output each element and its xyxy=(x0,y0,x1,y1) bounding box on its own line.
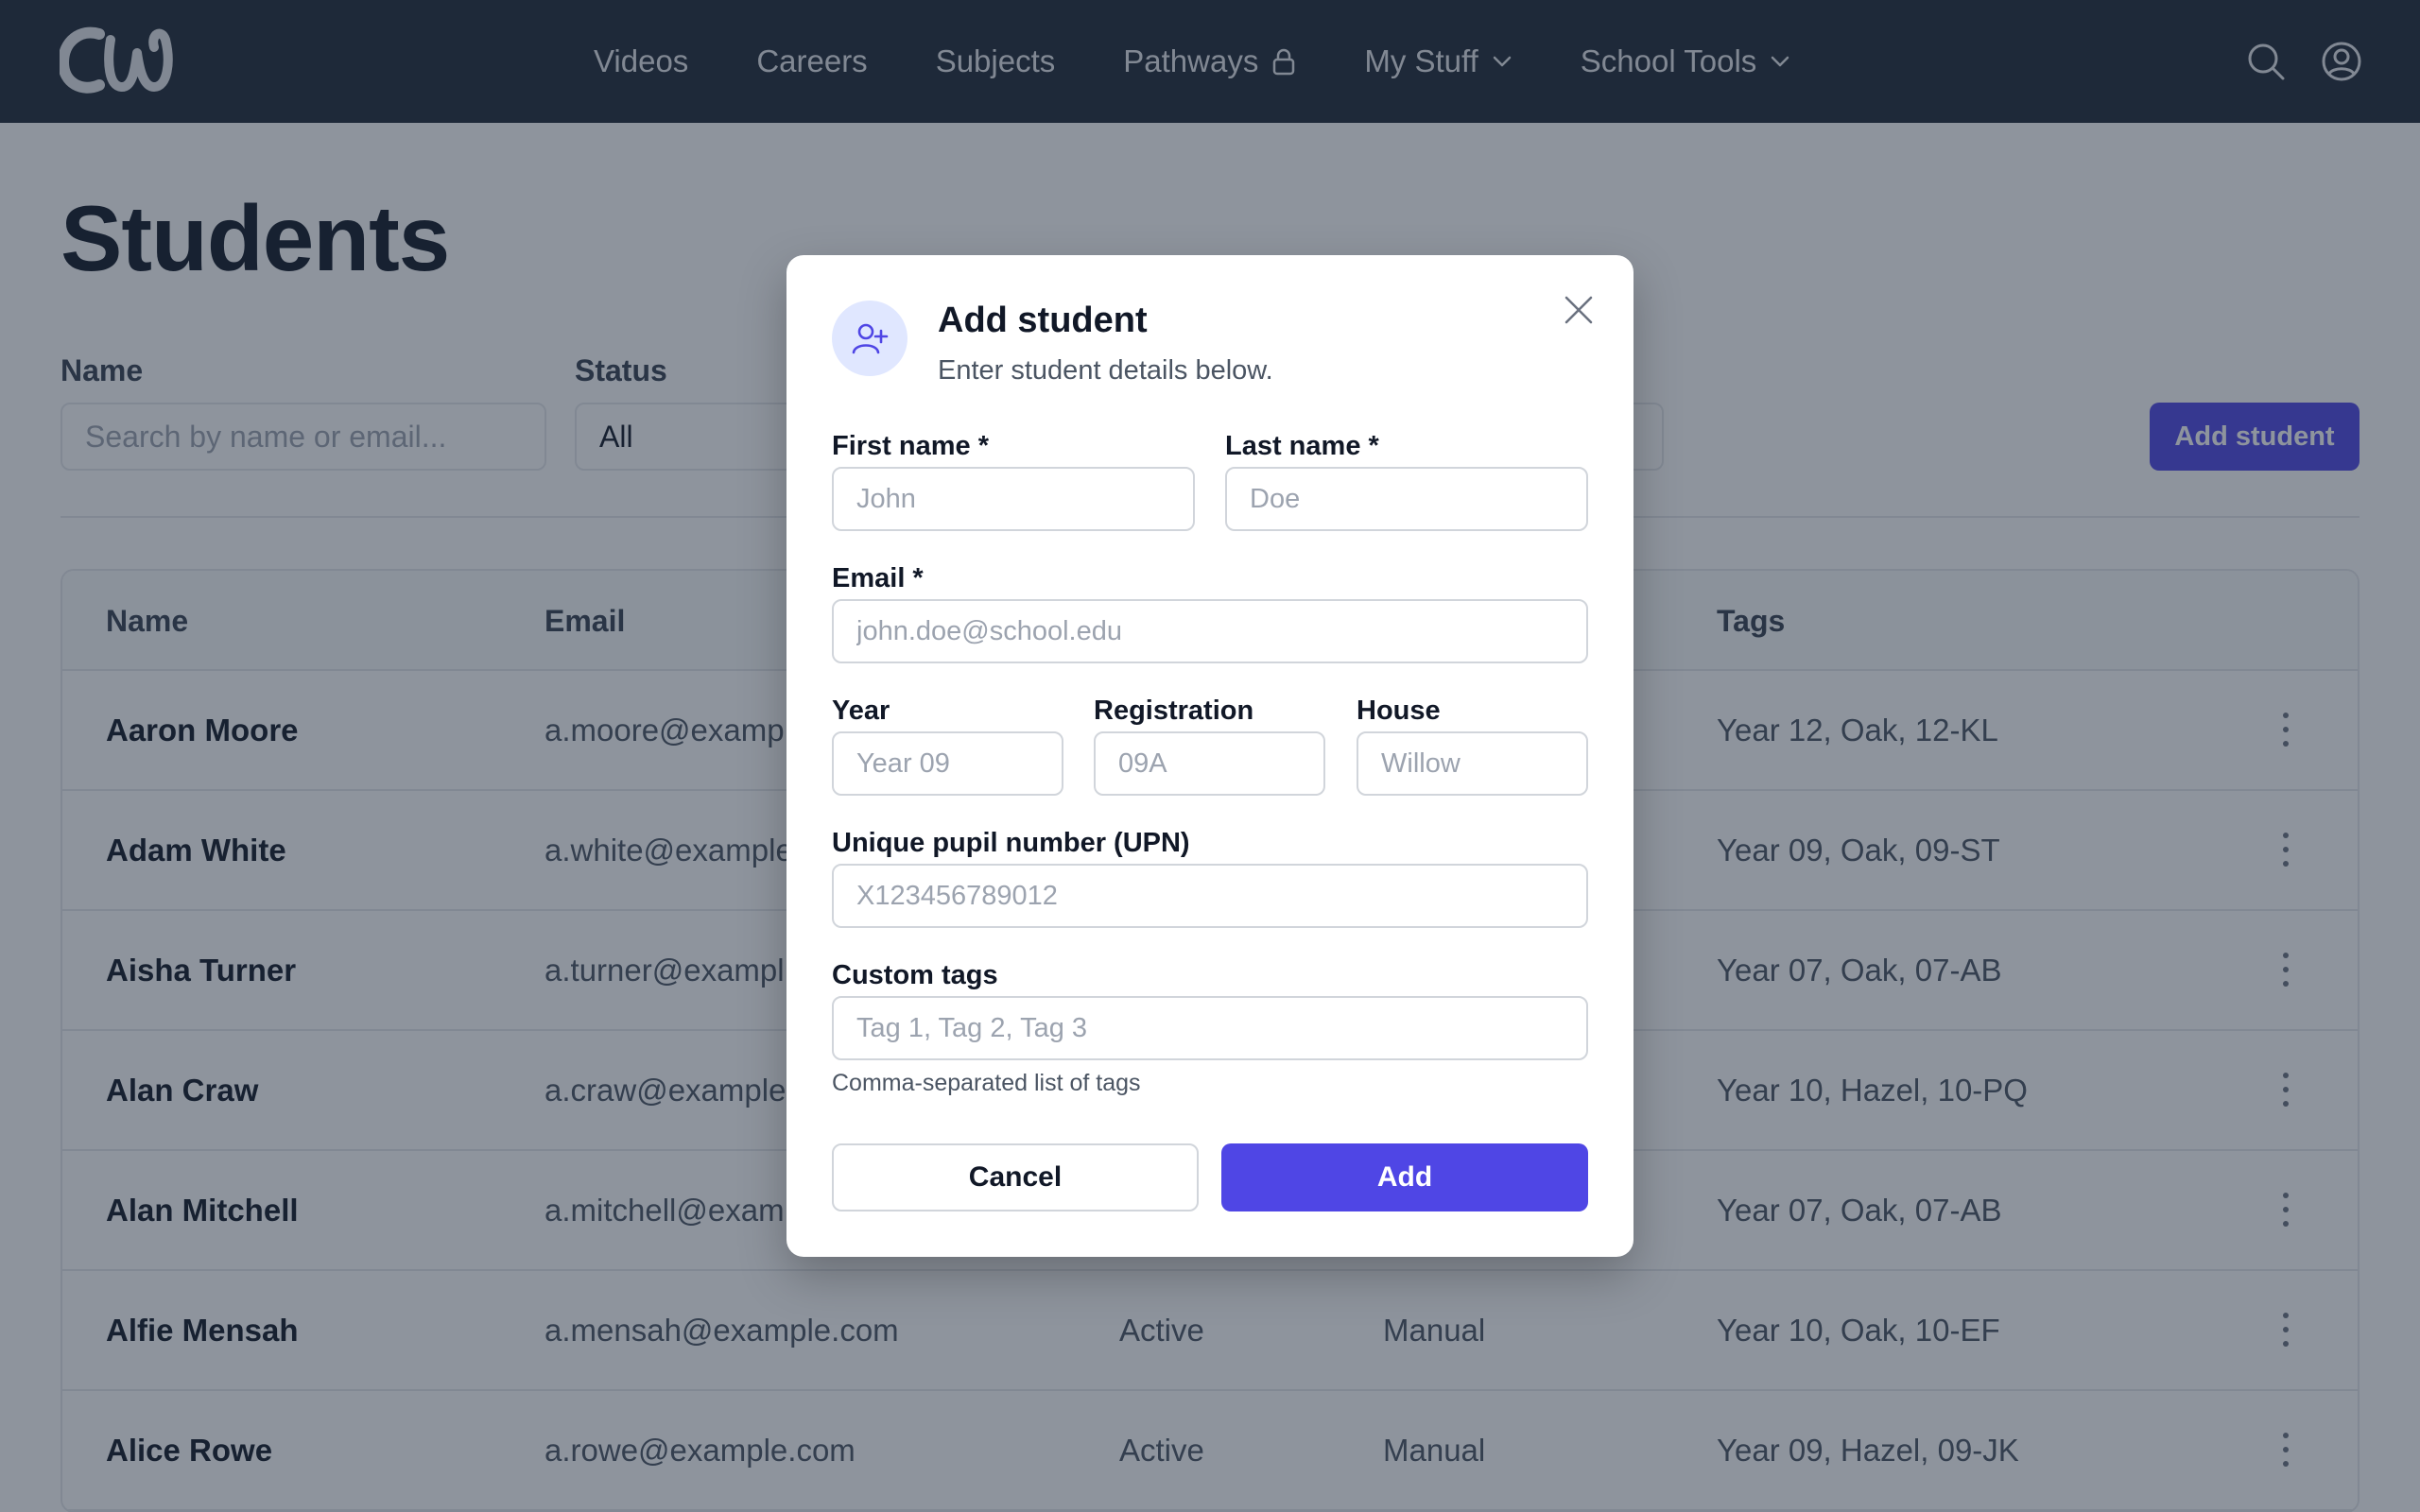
year-input[interactable] xyxy=(832,731,1063,796)
close-icon xyxy=(1564,296,1593,324)
cancel-button[interactable]: Cancel xyxy=(832,1143,1199,1211)
add-button[interactable]: Add xyxy=(1221,1143,1588,1211)
custom-tags-input[interactable] xyxy=(832,996,1588,1060)
dialog-subtitle: Enter student details below. xyxy=(938,355,1273,386)
user-plus-icon xyxy=(832,301,908,376)
email-input[interactable] xyxy=(832,599,1588,663)
dialog-title: Add student xyxy=(938,301,1148,340)
year-label: Year xyxy=(832,696,890,726)
email-label: Email * xyxy=(832,563,924,593)
first-name-label: First name * xyxy=(832,431,989,461)
custom-tags-label: Custom tags xyxy=(832,960,998,990)
add-student-dialog: Add student Enter student details below.… xyxy=(786,255,1634,1257)
upn-input[interactable] xyxy=(832,864,1588,928)
upn-label: Unique pupil number (UPN) xyxy=(832,828,1190,858)
last-name-label: Last name * xyxy=(1225,431,1379,461)
custom-tags-help: Comma-separated list of tags xyxy=(832,1070,1141,1096)
registration-label: Registration xyxy=(1094,696,1254,726)
house-label: House xyxy=(1357,696,1441,726)
registration-input[interactable] xyxy=(1094,731,1325,796)
first-name-input[interactable] xyxy=(832,467,1195,531)
last-name-input[interactable] xyxy=(1225,467,1588,531)
close-button[interactable] xyxy=(1558,289,1599,331)
house-input[interactable] xyxy=(1357,731,1588,796)
